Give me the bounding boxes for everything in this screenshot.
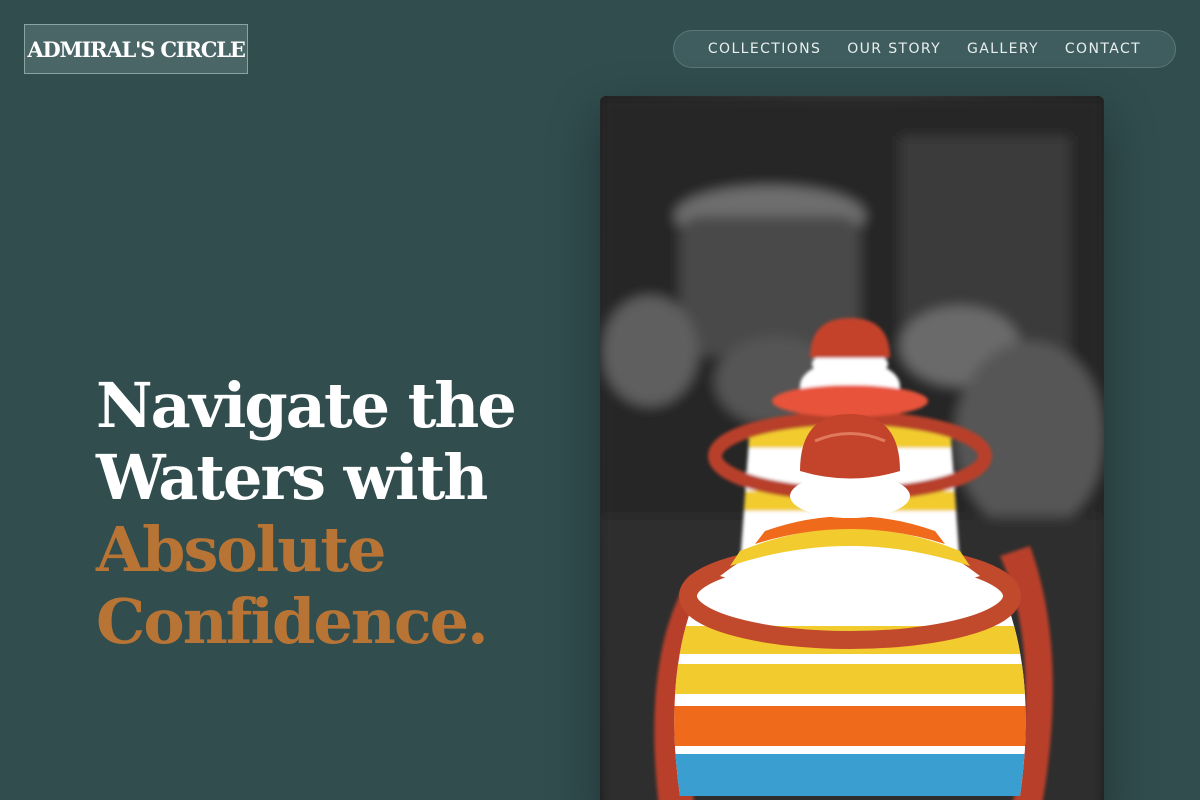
hero-line-4: Confidence.: [96, 585, 489, 658]
photo-watermark: western.boats: [763, 601, 933, 629]
ceramic-jars-illustration: [600, 96, 1104, 800]
nav-item-gallery[interactable]: GALLERY: [967, 41, 1039, 57]
hero-headline: Navigate the Waters with Absolute Confid…: [96, 370, 566, 658]
nav-item-collections[interactable]: COLLECTIONS: [708, 41, 821, 57]
hero-line-1: Navigate the: [96, 369, 517, 442]
brand-logo[interactable]: ADMIRAL'S CIRCLE: [24, 24, 248, 74]
hero-photo: western.boats: [600, 96, 1104, 800]
logo-text: ADMIRAL'S CIRCLE: [27, 36, 245, 62]
nav-item-contact[interactable]: CONTACT: [1065, 41, 1141, 57]
nav-item-our-story[interactable]: OUR STORY: [847, 41, 941, 57]
main-nav: COLLECTIONS OUR STORY GALLERY CONTACT: [673, 30, 1176, 68]
hero-line-2: Waters with: [96, 441, 488, 514]
hero-line-3: Absolute: [96, 513, 386, 586]
